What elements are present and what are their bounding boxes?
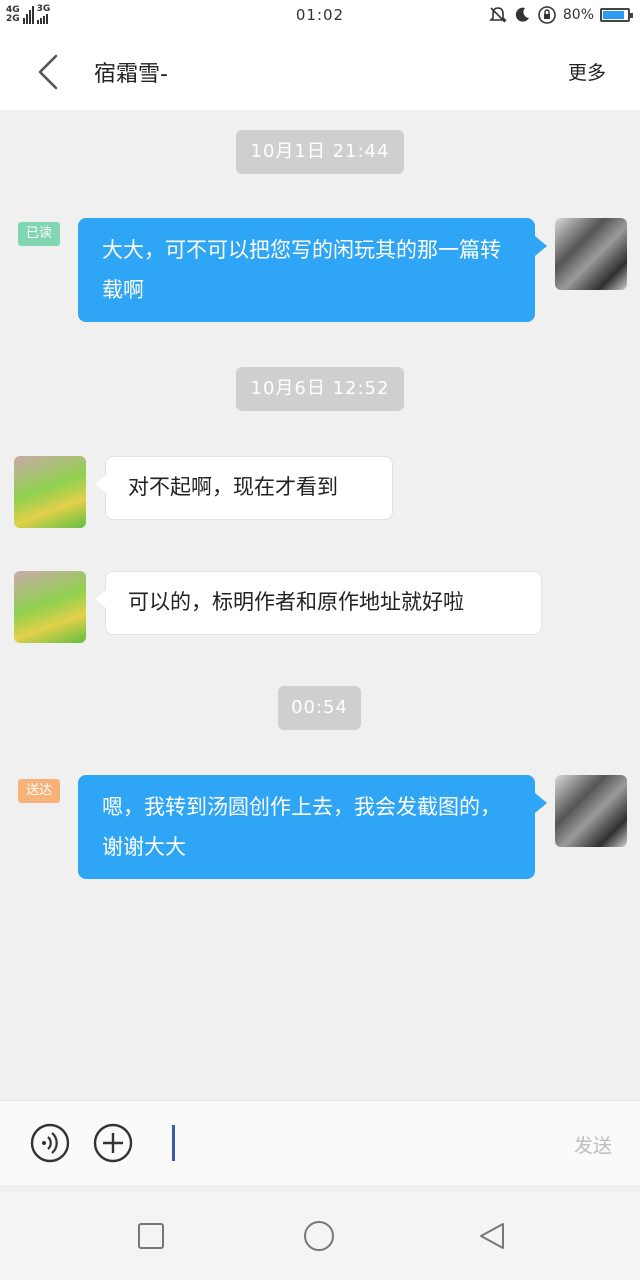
send-button[interactable]: 发送: [574, 1131, 612, 1158]
plus-icon[interactable]: [93, 1123, 133, 1163]
recent-apps-icon[interactable]: [135, 1220, 167, 1252]
my-avatar[interactable]: [555, 218, 627, 290]
rotation-lock-icon: [538, 6, 556, 24]
input-bar: 发送: [0, 1100, 640, 1185]
timestamp-chip: 10月1日 21:44: [236, 130, 404, 174]
voice-icon[interactable]: [30, 1123, 70, 1163]
more-button[interactable]: 更多: [568, 58, 606, 85]
incoming-message-bubble[interactable]: 可以的，标明作者和原作地址就好啦: [95, 571, 542, 635]
contact-avatar[interactable]: [14, 571, 86, 643]
my-avatar[interactable]: [555, 775, 627, 847]
contact-avatar[interactable]: [14, 456, 86, 528]
incoming-message-bubble[interactable]: 对不起啊，现在才看到: [95, 456, 393, 520]
back-icon[interactable]: [30, 52, 66, 92]
read-status-badge: 已读: [18, 222, 61, 246]
chat-title: 宿霜雪-: [94, 62, 168, 87]
message-input-cursor[interactable]: [172, 1125, 175, 1161]
moon-icon: [515, 7, 529, 22]
status-bar: 4G 2G 3G 01:02 80%: [0, 0, 640, 34]
battery-icon: [600, 8, 633, 22]
system-nav-bar: [0, 1192, 640, 1280]
timestamp-chip: 00:54: [278, 686, 361, 730]
nav-back-icon[interactable]: [475, 1220, 507, 1252]
delivered-status-badge: 送达: [18, 779, 61, 803]
message-list[interactable]: 10月1日 21:44 已读 大大，可不可以把您写的闲玩其的那一篇转载啊 10月…: [0, 110, 640, 1100]
chat-header: 宿霜雪- 更多: [0, 34, 640, 110]
mute-icon: [488, 7, 507, 23]
status-icons: 80%: [488, 5, 633, 25]
outgoing-message-bubble[interactable]: 嗯，我转到汤圆创作上去，我会发截图的，谢谢大大: [78, 775, 547, 879]
outgoing-message-bubble[interactable]: 大大，可不可以把您写的闲玩其的那一篇转载啊: [78, 218, 547, 322]
battery-percent: 80%: [562, 7, 594, 23]
home-icon[interactable]: [303, 1220, 335, 1252]
timestamp-chip: 10月6日 12:52: [236, 367, 404, 411]
